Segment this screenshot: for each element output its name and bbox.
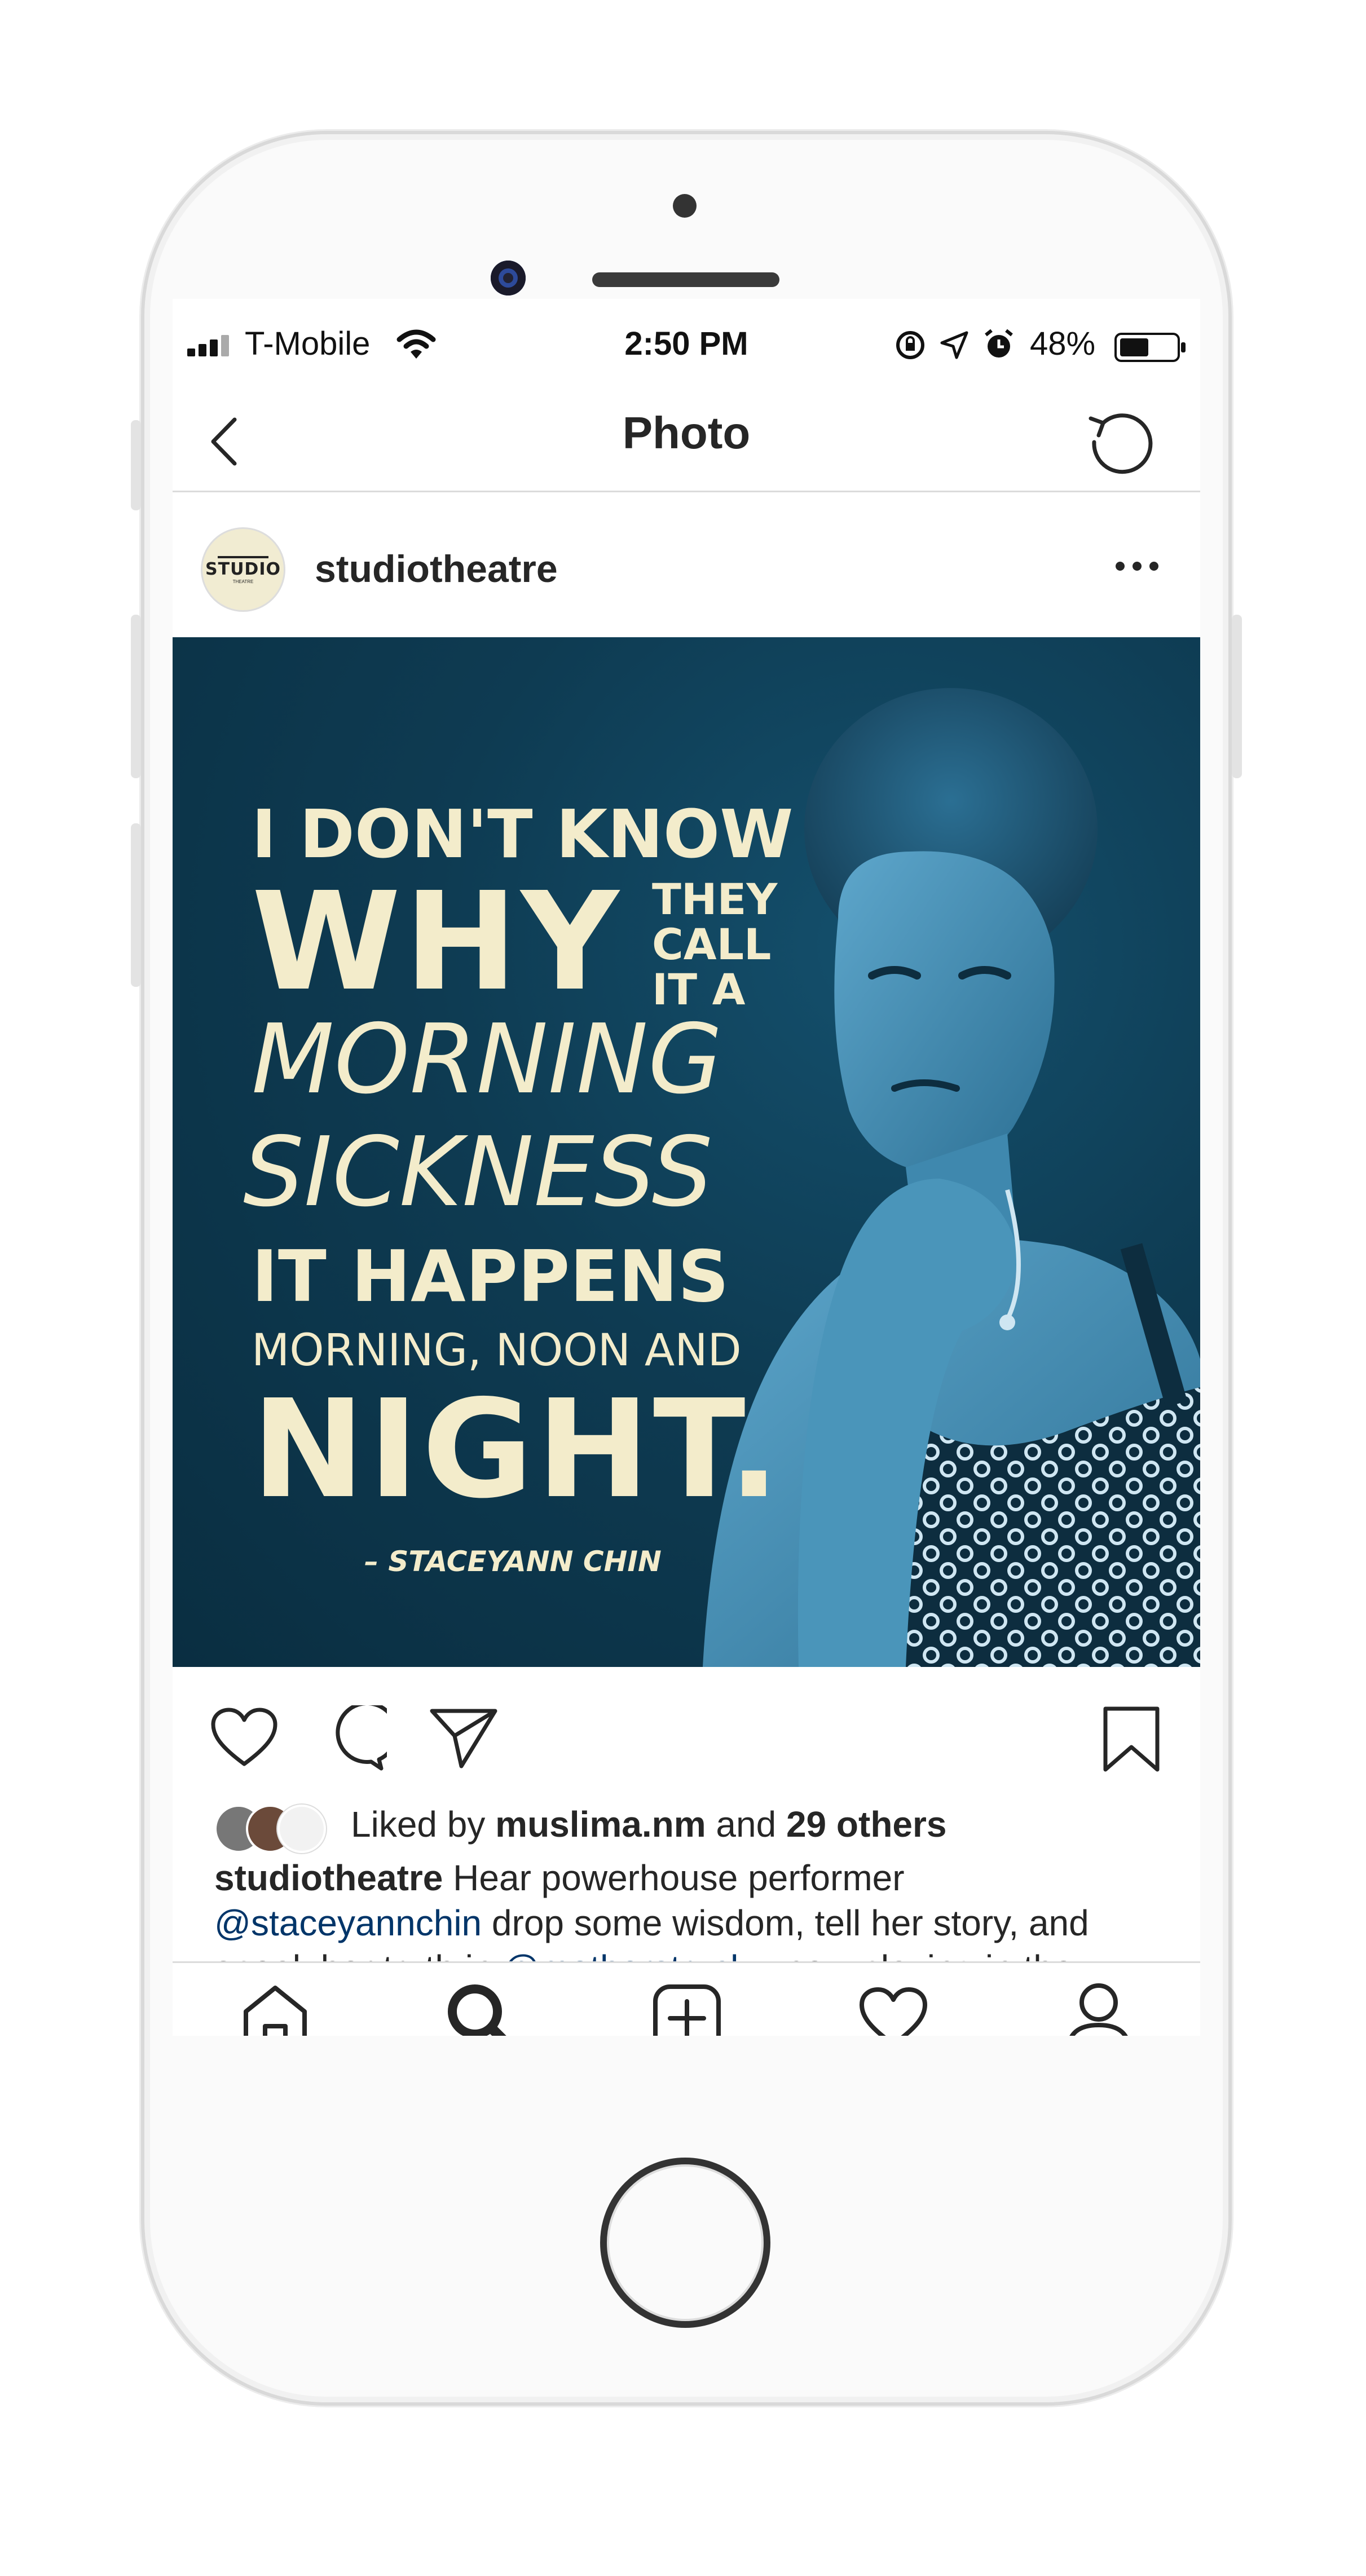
quote-line-7: NIGHT. (252, 1370, 783, 1528)
quote-line-2-small-a: THEY (652, 874, 778, 924)
caption-text-1: Hear powerhouse performer (453, 1858, 905, 1898)
phone-home-button[interactable] (600, 2158, 770, 2328)
nav-header: Photo (173, 383, 1200, 492)
avatar-logo-text: STUDIO (205, 559, 281, 579)
post-actions (173, 1667, 1200, 1780)
home-icon[interactable] (240, 1983, 310, 2036)
page-title: Photo (622, 408, 751, 458)
likes-user[interactable]: muslima.nm (495, 1804, 706, 1845)
avatar-logo-subtext: THEATRE (232, 579, 254, 584)
post-image[interactable]: I DON'T KNOW WHY THEY CALL IT A MORNING … (173, 637, 1200, 1667)
avatar[interactable]: STUDIO THEATRE (201, 527, 285, 612)
more-horizontal-icon[interactable] (1114, 559, 1160, 573)
heart-icon[interactable] (210, 1706, 279, 1768)
earpiece-speaker (592, 272, 779, 287)
quote-line-2-small-b: CALL (652, 919, 772, 969)
avatar-rule (218, 556, 268, 558)
send-icon[interactable] (430, 1708, 497, 1768)
post-username[interactable]: studiotheatre (315, 547, 558, 591)
phone-silent-switch (131, 420, 141, 510)
liker-avatar (277, 1805, 326, 1853)
quote-line-3: MORNING (252, 1004, 722, 1115)
search-icon[interactable] (446, 1982, 517, 2036)
location-icon (940, 331, 968, 359)
quote-line-4: SICKNESS (243, 1117, 713, 1228)
quote-attribution: – STACEYANN CHIN (364, 1545, 662, 1578)
plus-square-icon[interactable] (652, 1983, 722, 2036)
refresh-icon[interactable] (1086, 407, 1156, 477)
liker-avatars (214, 1805, 338, 1853)
caption-author[interactable]: studiotheatre (214, 1858, 443, 1898)
likes-prefix: Liked by (351, 1804, 486, 1845)
quote-line-5: IT HAPPENS (252, 1235, 729, 1318)
quote-line-6: MORNING, NOON AND (252, 1325, 742, 1376)
phone-volume-down (131, 823, 141, 987)
activity-heart-icon[interactable] (858, 1986, 928, 2036)
bookmark-icon[interactable] (1102, 1705, 1161, 1773)
battery-icon (1114, 333, 1186, 362)
battery-percentage: 48% (1030, 325, 1096, 362)
profile-icon[interactable] (1064, 1981, 1134, 2036)
screen: T-Mobile 2:50 PM 48% Photo STUDIO THEATR… (173, 299, 1200, 2036)
front-sensor (673, 194, 697, 218)
front-camera (491, 261, 526, 295)
likes-conjunction: and (716, 1804, 777, 1845)
caption-mention-1[interactable]: @staceyannchin (214, 1903, 482, 1943)
comment-icon[interactable] (320, 1705, 387, 1772)
alarm-icon (985, 329, 1013, 358)
bottom-tab-bar (173, 1961, 1200, 2036)
phone-power-button (1232, 615, 1242, 778)
likes-others[interactable]: 29 others (786, 1804, 947, 1845)
likes-summary[interactable]: Liked by muslima.nm and 29 others (351, 1803, 947, 1845)
quote-line-2-big: WHY (252, 863, 623, 1021)
phone-volume-up (131, 615, 141, 778)
status-bar: T-Mobile 2:50 PM 48% (173, 299, 1200, 362)
rotation-lock-icon (896, 331, 924, 359)
quote-line-1: I DON'T KNOW (252, 795, 794, 873)
